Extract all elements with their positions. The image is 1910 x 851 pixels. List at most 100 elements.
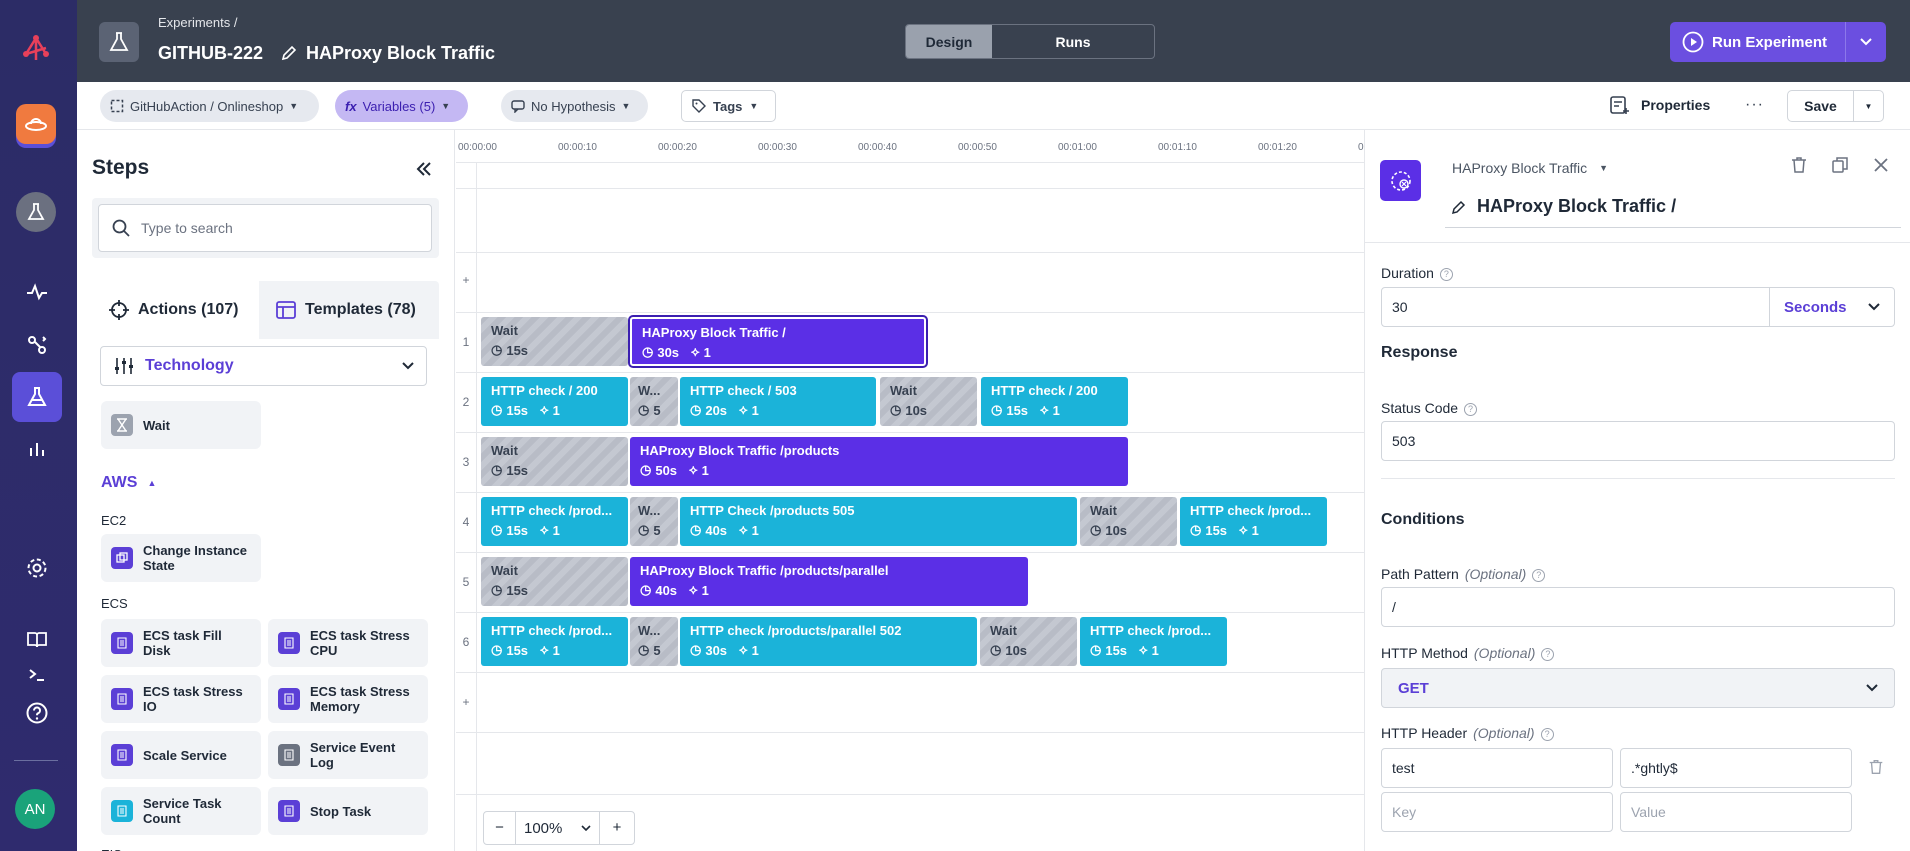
add-lane-button[interactable]: + (456, 273, 476, 287)
duration-unit-select[interactable]: Seconds (1769, 287, 1895, 327)
help-icon[interactable] (12, 688, 62, 738)
bar-chart-icon[interactable] (12, 423, 62, 473)
step-duration: 5 (653, 402, 661, 418)
step-block-wait[interactable]: Wait ◷ 10s (980, 617, 1077, 666)
environment-selector[interactable]: GitHubAction / Onlineshop ▼ (100, 90, 319, 122)
action-ecs-stress-io[interactable]: ECS task Stress IO (101, 675, 261, 723)
route-icon[interactable] (12, 320, 62, 370)
action-wait[interactable]: Wait (101, 401, 261, 449)
save-options-chevron-icon[interactable]: ▼ (1854, 91, 1883, 121)
header-key-input[interactable]: test (1381, 748, 1613, 788)
path-pattern-input[interactable]: / (1381, 587, 1895, 627)
step-name: HAProxy Block Traffic /products (640, 443, 840, 458)
step-name: HAProxy Block Traffic /products/parallel (640, 563, 889, 578)
haproxy-icon (1380, 160, 1421, 201)
action-scale-service[interactable]: Scale Service (101, 731, 261, 779)
run-options-chevron-icon[interactable] (1846, 22, 1886, 62)
header-value-input[interactable]: .*ghtly$ (1620, 748, 1852, 788)
step-block-wait[interactable]: Wait ◷ 15s (481, 437, 628, 486)
step-block-wait[interactable]: Wait ◷ 10s (1080, 497, 1177, 546)
step-block-http-check[interactable]: HTTP check / 200 ◷ 15s ⟡ 1 (981, 377, 1128, 426)
new-header-key-input[interactable]: Key (1381, 792, 1613, 832)
step-block-http-check[interactable]: HTTP check /products/parallel 502 ◷ 30s ⟡ 1 (680, 617, 977, 666)
flask-icon[interactable] (16, 192, 56, 232)
run-experiment-button[interactable]: Run Experiment (1670, 22, 1886, 62)
step-block-wait[interactable]: Wait ◷ 15s (481, 317, 628, 366)
help-icon[interactable]: ? (1540, 728, 1554, 741)
more-options-icon[interactable]: ··· (1745, 96, 1764, 114)
zoom-out-button[interactable]: − (484, 812, 516, 844)
help-icon[interactable]: ? (1439, 268, 1453, 281)
step-name-field[interactable]: HAProxy Block Traffic / (1445, 186, 1901, 228)
help-icon[interactable]: ? (1532, 569, 1546, 582)
save-button[interactable]: Save ▼ (1787, 90, 1884, 122)
collapse-icon[interactable] (415, 160, 433, 178)
action-service-event-log[interactable]: Service Event Log (268, 731, 428, 779)
target-icon: ⟡ (1040, 402, 1049, 417)
step-block-wait[interactable]: W... ◷ 5 (630, 617, 678, 666)
action-stop-task[interactable]: Stop Task (268, 787, 428, 835)
clock-icon: ◷ (491, 582, 503, 597)
zoom-in-button[interactable]: + (600, 812, 634, 844)
hypothesis-selector[interactable]: No Hypothesis ▼ (501, 90, 648, 122)
doc-icon (278, 688, 300, 710)
action-change-instance-state[interactable]: Change Instance State (101, 534, 261, 582)
help-icon[interactable]: ? (1464, 403, 1478, 416)
tab-templates[interactable]: Templates (78) (275, 281, 439, 339)
gear-icon[interactable] (12, 543, 62, 593)
action-service-task-count[interactable]: Service Task Count (101, 787, 261, 835)
ufo-icon[interactable] (16, 104, 56, 144)
step-count: 1 (751, 642, 759, 658)
tag-icon (692, 99, 706, 113)
add-lane-button[interactable]: + (456, 695, 476, 709)
action-ecs-stress-memory[interactable]: ECS task Stress Memory (268, 675, 428, 723)
help-icon[interactable]: ? (1541, 648, 1555, 661)
variables-selector[interactable]: fx Variables (5) ▼ (335, 90, 468, 122)
step-block-wait[interactable]: W... ◷ 5 (630, 377, 678, 426)
edit-pencil-icon[interactable] (280, 44, 298, 62)
pulse-icon[interactable] (12, 267, 62, 317)
step-block-haproxy[interactable]: HAProxy Block Traffic /products ◷ 50s ⟡ 1 (630, 437, 1128, 486)
action-type-selector[interactable]: HAProxy Block Traffic ▼ (1452, 160, 1608, 176)
step-block-http-check[interactable]: HTTP check / 200 ◷ 15s ⟡ 1 (481, 377, 628, 426)
search-input[interactable]: Type to search (98, 204, 432, 252)
tags-selector[interactable]: Tags ▼ (681, 90, 776, 122)
step-block-wait[interactable]: Wait ◷ 10s (880, 377, 977, 426)
zoom-select[interactable]: 100% (516, 812, 600, 844)
http-method-select[interactable]: GET (1381, 668, 1895, 708)
lane-number: 4 (462, 515, 470, 529)
new-header-value-input[interactable]: Value (1620, 792, 1852, 832)
step-block-wait[interactable]: Wait ◷ 15s (481, 557, 628, 606)
step-block-http-check[interactable]: HTTP check /prod... ◷ 15s ⟡ 1 (481, 617, 628, 666)
step-duration: 20s (705, 402, 728, 418)
tab-design[interactable]: Design (906, 25, 992, 58)
experiments-icon[interactable] (12, 372, 62, 422)
trash-icon[interactable] (1789, 155, 1809, 175)
step-duration: 15s (1006, 402, 1029, 418)
step-block-http-check[interactable]: HTTP check / 503 ◷ 20s ⟡ 1 (680, 377, 876, 426)
aws-group-toggle[interactable]: AWS ▲ (101, 474, 156, 492)
step-block-http-check[interactable]: HTTP check /prod... ◷ 15s ⟡ 1 (481, 497, 628, 546)
trash-icon[interactable] (1867, 758, 1885, 776)
experiment-name[interactable]: HAProxy Block Traffic (306, 43, 495, 64)
step-block-http-check[interactable]: HTTP check /prod... ◷ 15s ⟡ 1 (1080, 617, 1227, 666)
step-block-http-check[interactable]: HTTP check /prod... ◷ 15s ⟡ 1 (1180, 497, 1327, 546)
logo-icon[interactable] (18, 30, 54, 66)
avatar[interactable]: AN (15, 789, 55, 829)
action-ecs-stress-cpu[interactable]: ECS task Stress CPU (268, 619, 428, 667)
step-block-wait[interactable]: W... ◷ 5 (630, 497, 678, 546)
status-code-input[interactable]: 503 (1381, 421, 1895, 461)
close-icon[interactable] (1871, 155, 1891, 175)
properties-button[interactable]: Properties (1609, 94, 1710, 116)
action-ecs-fill-disk[interactable]: ECS task Fill Disk (101, 619, 261, 667)
breadcrumb[interactable]: Experiments / (158, 15, 237, 30)
timeline-canvas[interactable]: 00:00:00 00:00:10 00:00:20 00:00:30 00:0… (456, 130, 1364, 851)
technology-filter[interactable]: Technology (100, 346, 427, 386)
duplicate-icon[interactable] (1830, 155, 1850, 175)
tab-runs[interactable]: Runs (992, 25, 1154, 58)
step-block-haproxy[interactable]: HAProxy Block Traffic / ◷ 30s ⟡ 1 (628, 315, 928, 368)
duration-input[interactable]: 30 (1381, 287, 1770, 327)
step-block-haproxy[interactable]: HAProxy Block Traffic /products/parallel… (630, 557, 1028, 606)
tab-actions[interactable]: Actions (107) (92, 281, 259, 339)
step-block-http-check[interactable]: HTTP Check /products 505 ◷ 40s ⟡ 1 (680, 497, 1077, 546)
